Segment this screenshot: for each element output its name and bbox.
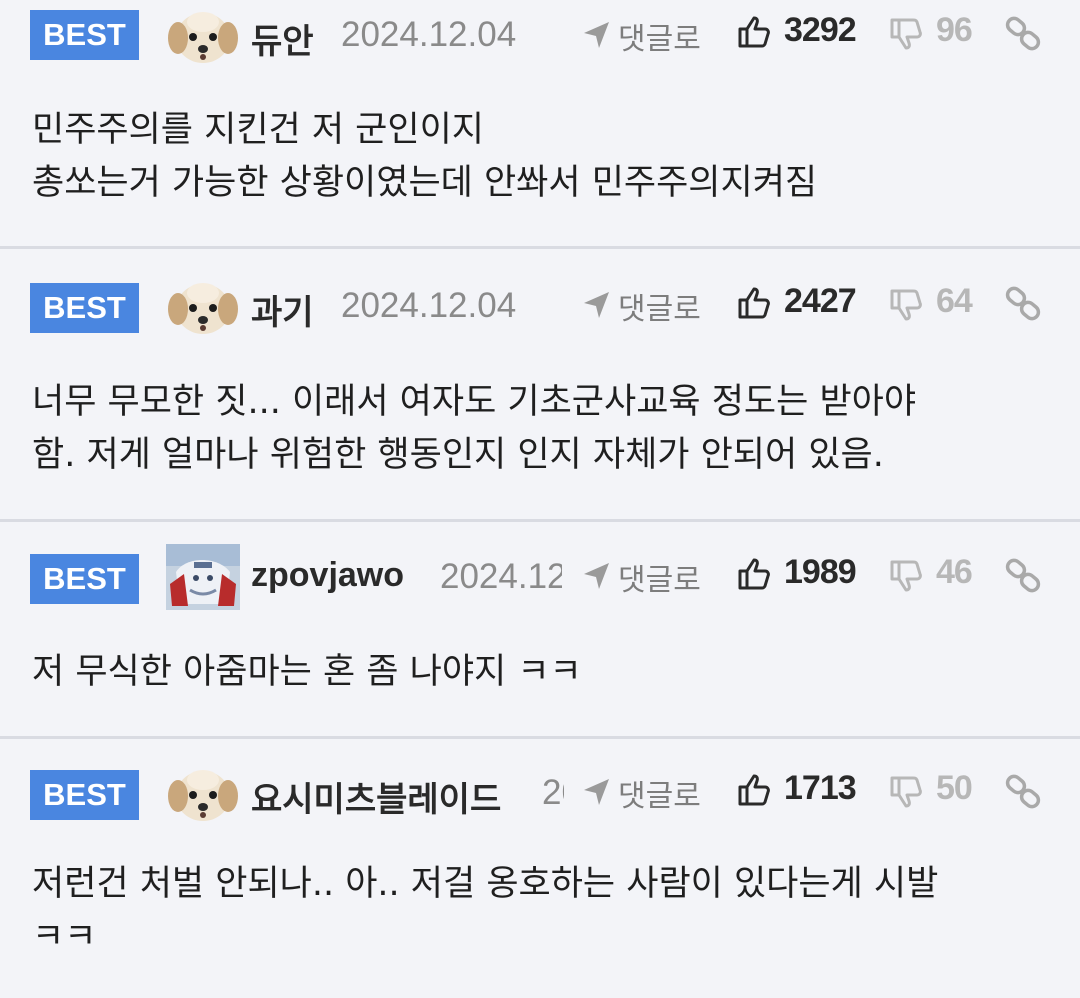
comment-line: 저런건 처벌 안되나.. 아.. 저걸 옹호하는 사람이 있다는게 시발: [32, 864, 939, 904]
reply-button[interactable]: 댓글로: [578, 10, 706, 60]
comment-body: 민주주의를 지킨건 저 군인이지 총쏘는거 가능한 상황이였는데 안쏴서 민주주…: [32, 104, 1052, 210]
comment-item: BEST 듀안 2024.12.04 댓글로 3292 96 민주주의를 지킨건…: [0, 0, 1080, 248]
best-badge: BEST: [30, 283, 139, 333]
comment-list: BEST 듀안 2024.12.04 댓글로 3292 96 민주주의를 지킨건…: [0, 0, 1080, 998]
comment-body: 너무 무모한 짓... 이래서 여자도 기초군사교육 정도는 받아야 함. 저게…: [32, 376, 1052, 482]
like-button[interactable]: 2427: [736, 279, 861, 329]
link-icon: [1005, 558, 1041, 593]
dislike-count: 46: [936, 553, 973, 591]
puppy-avatar[interactable]: [166, 2, 240, 68]
link-icon: [1005, 286, 1041, 321]
best-badge: BEST: [30, 770, 139, 820]
best-badge: BEST: [30, 10, 139, 60]
reply-label: 댓글로: [618, 563, 701, 598]
comment-body: 저 무식한 아줌마는 혼 좀 나야지 ㅋㅋ: [32, 646, 1052, 699]
like-button[interactable]: 3292: [736, 8, 861, 58]
thumbs-up-icon: [738, 774, 770, 806]
comment-date: 2024.12.04: [440, 557, 562, 596]
comment-line: ㅋㅋ: [32, 917, 97, 957]
comment-date: 2024.12.04: [341, 286, 517, 325]
reply-label: 댓글로: [618, 292, 701, 327]
comment-meta: BEST 요시미츠블레이드 2024.12.04: [0, 738, 1080, 821]
comment-body: 저런건 처벌 안되나.. 아.. 저걸 옹호하는 사람이 있다는게 시발 ㅋㅋ: [32, 858, 1052, 964]
like-count: 1713: [784, 769, 857, 807]
link-icon: [1005, 16, 1041, 51]
comment-meta: BEST zpovjawo 2024.12.04: [0, 522, 1080, 610]
thumbs-down-icon: [890, 18, 922, 50]
link-button[interactable]: [1004, 12, 1044, 56]
nickname[interactable]: 과기: [251, 285, 314, 334]
photo-avatar[interactable]: [166, 544, 240, 610]
link-button[interactable]: [1004, 554, 1044, 598]
like-count: 2427: [784, 282, 857, 320]
puppy-avatar[interactable]: [166, 273, 240, 339]
comment-date: 2024.12.04: [542, 773, 564, 812]
link-button[interactable]: [1004, 282, 1044, 326]
thumbs-down-icon: [890, 560, 922, 592]
thumbs-down-icon: [890, 776, 922, 808]
like-count: 1989: [784, 553, 857, 591]
puppy-avatar[interactable]: [166, 760, 240, 826]
dislike-count: 96: [936, 11, 973, 49]
reply-label: 댓글로: [618, 22, 701, 57]
nickname[interactable]: zpovjawo: [251, 556, 404, 595]
dislike-button[interactable]: 96: [888, 8, 978, 58]
reply-arrow-icon: [584, 22, 609, 48]
dislike-count: 64: [936, 282, 973, 320]
link-icon: [1005, 774, 1041, 809]
reply-arrow-icon: [584, 779, 609, 805]
dislike-button[interactable]: 50: [888, 766, 978, 816]
reply-arrow-icon: [584, 563, 609, 589]
reply-button[interactable]: 댓글로: [578, 551, 706, 601]
comment-meta: BEST 과기 2024.12.04 댓글로 2427 64: [0, 248, 1080, 334]
comment-line: 함. 저게 얼마나 위험한 행동인지 인지 자체가 안되어 있음.: [32, 435, 884, 475]
reply-label: 댓글로: [618, 779, 701, 814]
like-button[interactable]: 1713: [736, 766, 861, 816]
thumbs-up-icon: [738, 287, 770, 319]
comment-item: BEST 요시미츠블레이드 2024.12.04: [0, 738, 1080, 998]
dislike-button[interactable]: 46: [888, 550, 978, 600]
best-badge: BEST: [30, 554, 139, 604]
dislike-button[interactable]: 64: [888, 279, 978, 329]
thumbs-down-icon: [890, 289, 922, 321]
comment-date: 2024.12.04: [341, 15, 517, 54]
comment-meta: BEST 듀안 2024.12.04 댓글로 3292 96: [0, 0, 1080, 70]
like-count: 3292: [784, 11, 857, 49]
comment-line: 민주주의를 지킨건 저 군인이지: [32, 110, 484, 150]
comment-item: BEST zpovjawo 2024.12.04: [0, 522, 1080, 738]
comment-line: 저 무식한 아줌마는 혼 좀 나야지 ㅋㅋ: [32, 652, 582, 692]
comment-item: BEST 과기 2024.12.04 댓글로 2427 64 너무 무모한 짓.…: [0, 248, 1080, 522]
reply-button[interactable]: 댓글로: [578, 280, 706, 330]
reply-button[interactable]: 댓글로: [578, 767, 706, 817]
thumbs-up-icon: [738, 16, 770, 48]
comment-line: 총쏘는거 가능한 상황이였는데 안쏴서 민주주의지켜짐: [32, 163, 818, 203]
like-button[interactable]: 1989: [736, 550, 861, 600]
nickname[interactable]: 듀안: [251, 14, 314, 63]
nickname[interactable]: 요시미츠블레이드: [251, 772, 501, 821]
dislike-count: 50: [936, 769, 973, 807]
thumbs-up-icon: [738, 558, 770, 590]
comment-line: 너무 무모한 짓... 이래서 여자도 기초군사교육 정도는 받아야: [32, 382, 917, 422]
reply-arrow-icon: [584, 292, 609, 318]
link-button[interactable]: [1004, 770, 1044, 814]
